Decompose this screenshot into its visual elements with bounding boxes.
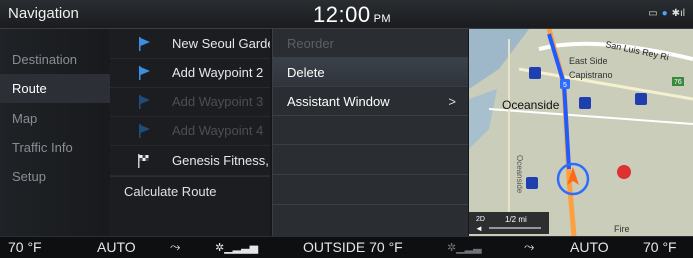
hospital-icon (617, 165, 631, 179)
options-popup: Reorder Delete Assistant Window > (272, 29, 468, 236)
climate-bar: 70 °F AUTO ⤳ ✲▁▂▃▅ OUTSIDE 70 °F ✲▁▂▃ ⤳ … (0, 236, 693, 258)
popup-empty-row (273, 176, 468, 205)
sidebar-item-setup[interactable]: Setup (0, 162, 110, 191)
fan-speed-icon[interactable]: ✲▁▂▃ (447, 241, 482, 254)
list-item-label: Add Waypoint 3 (172, 94, 264, 109)
list-item-label: Genesis Fitness, : (172, 153, 270, 168)
flag-icon (139, 37, 150, 51)
popup-empty-row (273, 116, 468, 145)
auto-left[interactable]: AUTO (97, 239, 136, 255)
top-bar: Navigation 12:00 PM ▭ ● ✱ıl (0, 0, 693, 29)
list-item[interactable]: New Seoul Garde (110, 29, 270, 59)
map-label-capistrano: Capistrano (569, 70, 613, 80)
map-label-oceanside: Oceanside (502, 98, 560, 112)
temp-left[interactable]: 70 °F (8, 239, 42, 255)
parking-icon (579, 97, 591, 109)
flag-icon (139, 124, 150, 138)
map-label-oceanside-vertical: Oceanside (515, 155, 524, 194)
bluetooth-icon: ● (661, 8, 668, 19)
flag-icon (139, 95, 150, 109)
list-item-label: Add Waypoint 2 (172, 65, 264, 80)
highway-badge-label: 76 (674, 79, 682, 86)
sidebar-item-map[interactable]: Map (0, 104, 110, 133)
map-canvas: 5 76 2D 1/2 mi ◄ San Luis Rey Ri East Si… (469, 29, 693, 236)
parking-icon (526, 177, 538, 189)
sidebar-item-route[interactable]: Route (0, 74, 110, 103)
calculate-route-button[interactable]: Calculate Route (110, 176, 270, 206)
clock: 12:00 PM (313, 2, 391, 28)
assistant-window-menu-item[interactable]: Assistant Window > (273, 87, 468, 116)
map-label-fire: Fire (614, 224, 630, 234)
popup-empty-row (273, 146, 468, 175)
screen-title: Navigation (8, 5, 79, 22)
airflow-icon[interactable]: ⤳ (170, 239, 180, 255)
list-item[interactable]: Add Waypoint 2 (110, 58, 270, 88)
map-view[interactable]: 5 76 2D 1/2 mi ◄ San Luis Rey Ri East Si… (469, 29, 693, 236)
list-item[interactable]: Add Waypoint 4 (110, 116, 270, 146)
map-label-east-side: East Side (569, 56, 608, 66)
assistant-window-label: Assistant Window (287, 94, 390, 109)
scale-mode-label: 2D (476, 216, 485, 223)
delete-menu-item[interactable]: Delete (273, 58, 468, 87)
list-item[interactable]: Add Waypoint 3 (110, 87, 270, 117)
sidebar-item-destination[interactable]: Destination (0, 45, 110, 74)
list-item-label: New Seoul Garde (172, 36, 270, 51)
signal-icon: ✱ıl (671, 8, 685, 19)
sidebar-item-traffic-info[interactable]: Traffic Info (0, 133, 110, 162)
auto-right[interactable]: AUTO (570, 239, 609, 255)
airflow-icon[interactable]: ⤳ (524, 239, 534, 255)
route-shield-label: 5 (563, 82, 567, 89)
parking-icon (529, 67, 541, 79)
clock-time: 12:00 (313, 2, 371, 27)
parking-icon (635, 93, 647, 105)
flag-icon (139, 66, 150, 80)
temp-right[interactable]: 70 °F (643, 239, 677, 255)
battery-icon: ▭ (648, 8, 658, 19)
list-item-label: Add Waypoint 4 (172, 123, 264, 138)
reorder-menu-item[interactable]: Reorder (273, 29, 468, 58)
scale-text: 1/2 mi (505, 215, 527, 224)
main-area: Destination Route Map Traffic Info Setup… (0, 29, 693, 236)
checkered-flag-icon (138, 154, 149, 168)
compass-icon: ◄ (475, 224, 483, 233)
outside-temp: OUTSIDE 70 °F (303, 239, 403, 255)
side-menu: Destination Route Map Traffic Info Setup (0, 29, 110, 236)
fan-speed-icon[interactable]: ✲▁▂▃▅ (215, 241, 258, 254)
list-item[interactable]: Genesis Fitness, : (110, 146, 270, 176)
route-list: New Seoul Garde Add Waypoint 2 Add Waypo… (110, 29, 270, 236)
status-icons: ▭ ● ✱ıl (648, 8, 685, 19)
chevron-right-icon: > (448, 94, 456, 109)
clock-ampm: PM (373, 13, 392, 25)
